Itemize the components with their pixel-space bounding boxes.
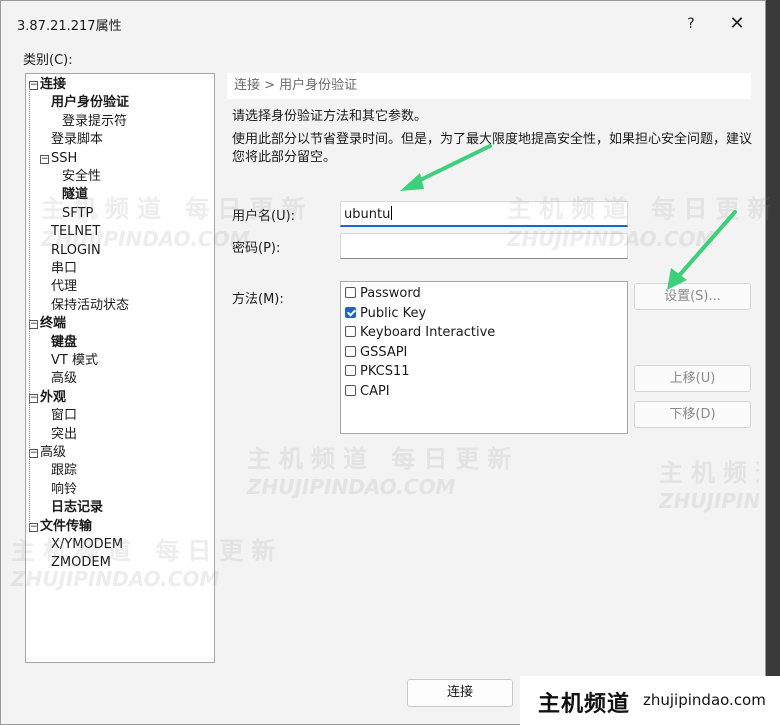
annotation-arrow-icon [400,144,492,191]
tree-node[interactable]: SFTP [62,205,93,223]
collapse-toggle-icon[interactable]: − [29,320,38,330]
tree-node[interactable]: ZMODEM [51,554,111,572]
method-list: Password Public Key Keyboard Interactive GS… [340,281,628,434]
tree-node[interactable]: SSH [51,150,77,168]
tree-node[interactable]: TELNET [51,223,100,241]
tree-node[interactable]: VT 模式 [51,352,98,370]
tree-node[interactable]: 窗口 [51,407,77,425]
title-bar: 3.87.21.217属性 ? ✕ [1,1,765,45]
watermark-text: 主机频道 每日更新 [247,445,520,473]
watermark-text: ZHUJIPINDAO.COM [659,489,759,513]
method-item[interactable]: GSSAPI [345,344,407,362]
category-tree[interactable]: 连接 − 用户身份验证 登录提示符 登录脚本 SSH − 安全性 隧道 SFTP TELNET RLO… [25,73,215,663]
password-field[interactable] [340,233,628,259]
password-label: 密码(P): [232,241,281,256]
method-item[interactable]: CAPI [345,383,390,401]
method-item[interactable]: Public Key [345,305,426,323]
tree-node[interactable]: 高级 [51,370,77,388]
tree-node[interactable]: 外观 [40,389,66,407]
username-field[interactable]: ubuntu [340,201,628,227]
method-label: GSSAPI [360,344,408,360]
tree-node[interactable]: 用户身份验证 [51,94,129,112]
method-item[interactable]: Keyboard Interactive [345,324,495,342]
method-item[interactable]: Password [345,285,421,303]
move-up-button[interactable]: 上移(U) [634,365,751,392]
username-label: 用户名(U): [232,209,296,224]
tree-node[interactable]: 安全性 [62,168,101,186]
method-item[interactable]: PKCS11 [345,363,410,381]
tree-node[interactable]: 登录脚本 [51,131,103,149]
window-title: 3.87.21.217属性 [17,19,122,34]
tree-node[interactable]: 文件传输 [40,518,92,536]
tree-node[interactable]: 高级 [40,444,66,462]
method-label: 方法(M): [232,292,284,307]
method-label: Keyboard Interactive [360,325,496,341]
collapse-toggle-icon[interactable]: − [29,449,38,458]
tree-node[interactable]: 跟踪 [51,462,77,480]
collapse-toggle-icon[interactable]: − [29,81,38,90]
method-label: Password [360,286,421,301]
username-value: ubuntu [344,207,391,222]
tree-node[interactable]: 保持活动状态 [51,297,129,315]
move-down-button[interactable]: 下移(D) [634,401,751,428]
tree-node[interactable]: 隧道 [62,186,88,204]
brand-watermark: 主机频道 zhujipindao.com [520,676,780,725]
tree-node[interactable]: RLOGIN [51,242,101,260]
panel-breadcrumb: 连接 > 用户身份验证 [227,73,751,99]
help-button[interactable]: ? [669,9,713,39]
checkbox-checked-icon[interactable] [345,306,356,318]
annotation-arrow-icon [667,210,737,290]
tree-node[interactable]: 连接 [40,76,66,94]
tree-node[interactable]: 串口 [51,260,77,278]
method-label: CAPI [360,384,390,399]
brand-url: zhujipindao.com [643,691,766,709]
close-button[interactable]: ✕ [715,9,759,39]
checkbox-icon[interactable] [345,326,356,338]
method-label: Public Key [360,305,427,321]
watermark-text: 主机频道 每日更新 [659,459,759,487]
collapse-toggle-icon[interactable]: − [29,393,38,403]
checkbox-icon[interactable] [345,345,356,357]
collapse-toggle-icon[interactable]: − [40,154,49,164]
method-label: PKCS11 [360,364,410,380]
panel-description: 请选择身份验证方法和其它参数。 [232,109,428,124]
tree-guide-line [29,88,30,528]
tree-node[interactable]: 响铃 [51,481,77,499]
tree-node[interactable]: X/YMODEM [51,536,123,554]
checkbox-icon[interactable] [345,287,356,298]
category-label: 类别(C): [23,53,73,68]
tree-node[interactable]: 代理 [51,278,77,296]
tree-node[interactable]: 突出 [51,426,77,444]
tree-node[interactable]: 键盘 [51,334,77,352]
connect-button[interactable]: 连接 [407,679,513,707]
collapse-toggle-icon[interactable]: − [29,522,38,532]
properties-dialog: 3.87.21.217属性 ? ✕ 类别(C): 连接 − 用户身份验证 登录提示符登… [0,0,771,725]
tree-node[interactable]: 日志记录 [51,499,103,517]
watermark-text: ZHUJIPINDAO.COM [247,475,456,499]
checkbox-icon[interactable] [345,385,356,396]
brand-name: 主机频道 [538,692,631,717]
text-caret [391,206,393,220]
checkbox-icon[interactable] [345,365,356,377]
tree-node[interactable]: 终端 [40,315,66,333]
tree-node[interactable]: 登录提示符 [62,113,127,131]
